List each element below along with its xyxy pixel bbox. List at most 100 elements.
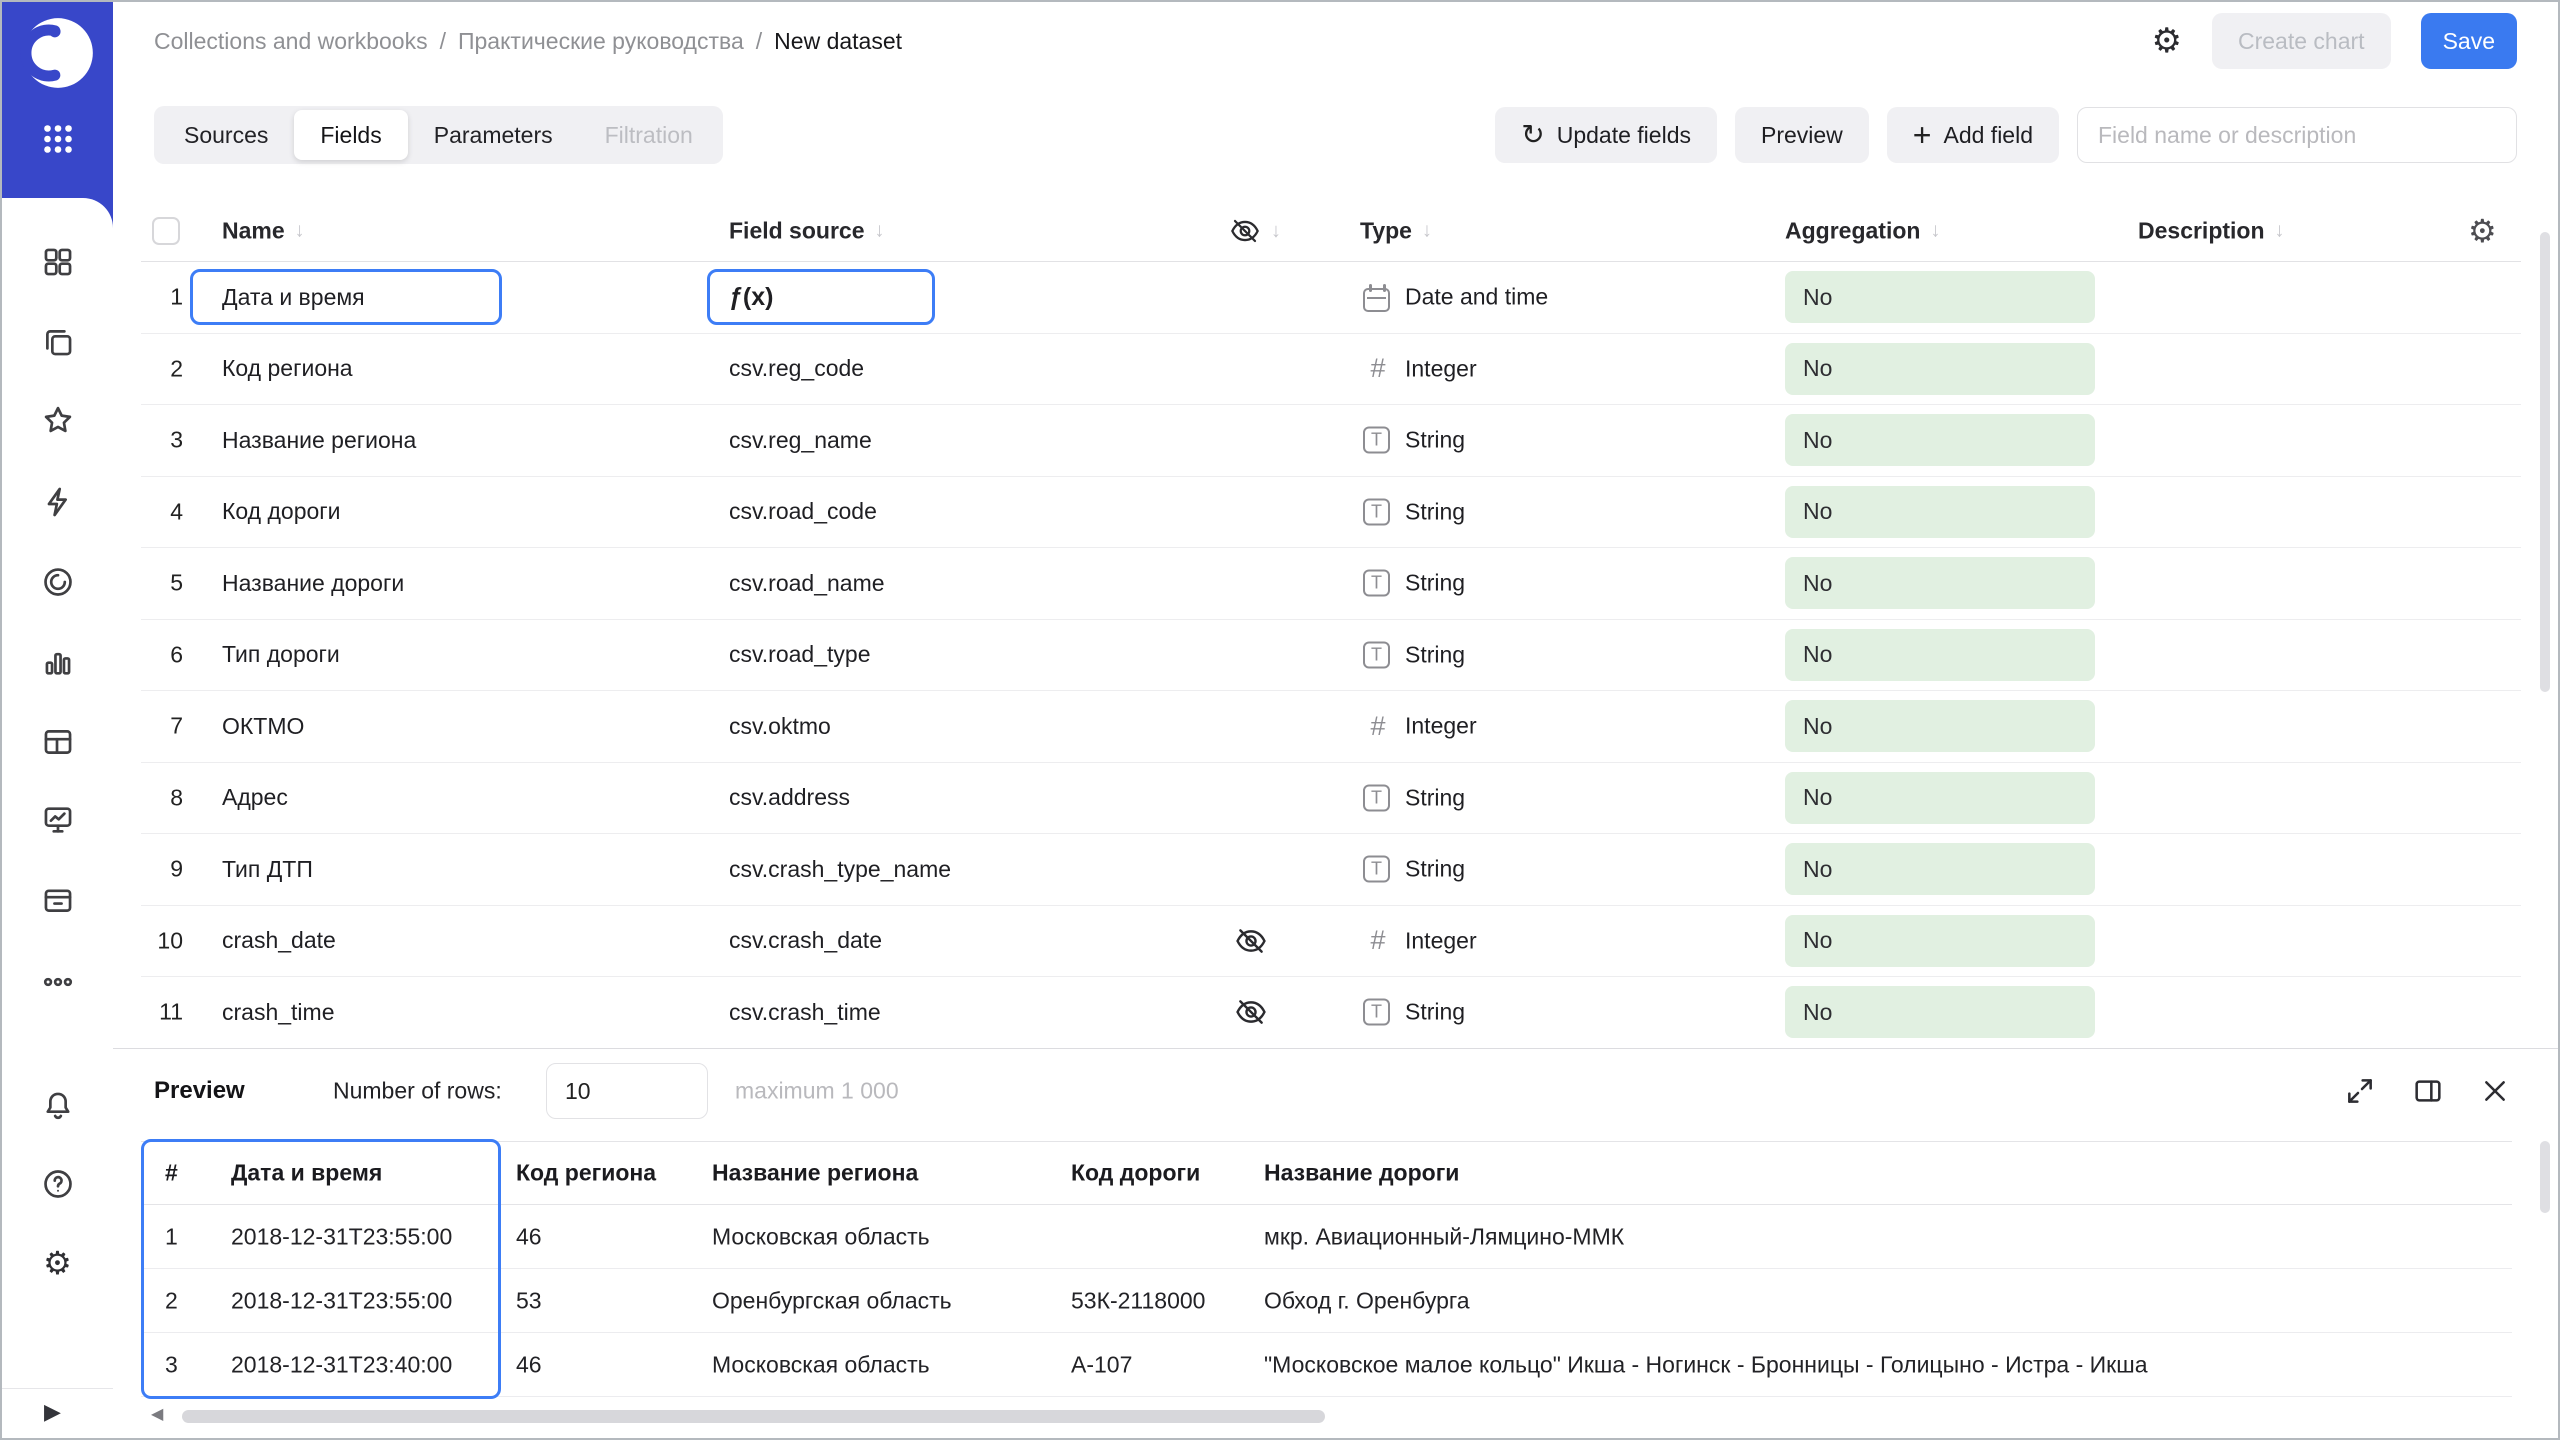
- field-row[interactable]: 8 Адрес csv.address T String No: [141, 763, 2521, 835]
- tab-sources[interactable]: Sources: [158, 110, 294, 160]
- tab-fields[interactable]: Fields: [294, 110, 407, 160]
- field-source-box[interactable]: csv.reg_code: [707, 341, 935, 397]
- update-fields-button[interactable]: Update fields: [1495, 107, 1717, 163]
- column-header-description[interactable]: Description: [2138, 218, 2285, 245]
- scroll-left-icon[interactable]: [151, 1404, 163, 1424]
- collections-icon[interactable]: [41, 325, 75, 359]
- editor-icon[interactable]: [41, 565, 75, 599]
- row-hidden-icon[interactable]: [1234, 280, 1268, 314]
- settings-icon[interactable]: [41, 1246, 75, 1280]
- rows-count-input[interactable]: [546, 1063, 708, 1119]
- dataset-settings-icon[interactable]: [2152, 21, 2182, 61]
- field-row[interactable]: 4 Код дороги csv.road_code T String No: [141, 477, 2521, 549]
- field-source-box[interactable]: ƒ(x): [707, 269, 935, 325]
- expand-preview-icon[interactable]: [2340, 1071, 2380, 1111]
- table-icon[interactable]: [41, 725, 75, 759]
- select-all-checkbox[interactable]: [152, 217, 180, 245]
- aggregation-badge[interactable]: No: [1785, 772, 2095, 824]
- type-label[interactable]: String: [1405, 784, 1465, 811]
- dock-preview-icon[interactable]: [2408, 1071, 2448, 1111]
- horizontal-scrollbar[interactable]: [182, 1410, 1325, 1423]
- help-icon[interactable]: [41, 1167, 75, 1201]
- row-hidden-icon[interactable]: [1234, 995, 1268, 1029]
- preview-scrollbar[interactable]: [2540, 1141, 2550, 1213]
- bell-icon[interactable]: [41, 1089, 75, 1123]
- row-hidden-icon[interactable]: [1234, 423, 1268, 457]
- field-name-box[interactable]: Тип ДТП: [190, 841, 502, 897]
- column-header-aggregation[interactable]: Aggregation: [1785, 218, 1940, 245]
- table-settings-icon[interactable]: [2468, 212, 2497, 250]
- storage-icon[interactable]: [41, 883, 75, 917]
- type-label[interactable]: String: [1405, 641, 1465, 668]
- field-name-box[interactable]: Адрес: [190, 770, 502, 826]
- field-source-box[interactable]: csv.oktmo: [707, 698, 935, 754]
- aggregation-badge[interactable]: No: [1785, 557, 2095, 609]
- monitor-icon[interactable]: [41, 803, 75, 837]
- save-button[interactable]: Save: [2421, 13, 2517, 69]
- apps-grid-icon[interactable]: [40, 121, 76, 157]
- squares-icon[interactable]: [41, 245, 75, 279]
- type-label[interactable]: Date and time: [1405, 284, 1548, 311]
- field-source-box[interactable]: csv.road_type: [707, 627, 935, 683]
- type-label[interactable]: Integer: [1405, 713, 1477, 740]
- field-name-box[interactable]: crash_time: [190, 984, 502, 1040]
- field-row[interactable]: 11 crash_time csv.crash_time T String No: [141, 977, 2521, 1044]
- field-row[interactable]: 1 Дата и время ƒ(x) Date and time No: [141, 262, 2521, 334]
- row-hidden-icon[interactable]: [1234, 781, 1268, 815]
- type-label[interactable]: String: [1405, 427, 1465, 454]
- type-label[interactable]: String: [1405, 999, 1465, 1026]
- aggregation-badge[interactable]: No: [1785, 271, 2095, 323]
- breadcrumb-workbook[interactable]: Практические руководства: [458, 28, 744, 55]
- row-hidden-icon[interactable]: [1234, 352, 1268, 386]
- aggregation-badge[interactable]: No: [1785, 986, 2095, 1038]
- field-name-box[interactable]: ОКТМО: [190, 698, 502, 754]
- field-row[interactable]: 3 Название региона csv.reg_name T String…: [141, 405, 2521, 477]
- field-name-box[interactable]: crash_date: [190, 913, 502, 969]
- column-header-hidden[interactable]: [1229, 215, 1281, 247]
- field-name-box[interactable]: Дата и время: [190, 269, 502, 325]
- star-icon[interactable]: [41, 403, 75, 437]
- add-field-button[interactable]: Add field: [1887, 107, 2059, 163]
- connections-icon[interactable]: [41, 485, 75, 519]
- type-label[interactable]: Integer: [1405, 927, 1477, 954]
- more-icon[interactable]: [41, 965, 75, 999]
- row-hidden-icon[interactable]: [1234, 566, 1268, 600]
- field-source-box[interactable]: csv.crash_date: [707, 913, 935, 969]
- chart-icon[interactable]: [41, 645, 75, 679]
- field-source-box[interactable]: csv.road_name: [707, 555, 935, 611]
- preview-button[interactable]: Preview: [1735, 107, 1869, 163]
- column-header-name[interactable]: Name: [222, 218, 305, 245]
- create-chart-button[interactable]: Create chart: [2212, 13, 2391, 69]
- field-name-box[interactable]: Название дороги: [190, 555, 502, 611]
- aggregation-badge[interactable]: No: [1785, 915, 2095, 967]
- field-name-box[interactable]: Тип дороги: [190, 627, 502, 683]
- row-hidden-icon[interactable]: [1234, 924, 1268, 958]
- field-row[interactable]: 5 Название дороги csv.road_name T String…: [141, 548, 2521, 620]
- tab-parameters[interactable]: Parameters: [408, 110, 579, 160]
- field-source-box[interactable]: csv.crash_type_name: [707, 841, 935, 897]
- close-preview-icon[interactable]: [2475, 1071, 2515, 1111]
- field-source-box[interactable]: csv.address: [707, 770, 935, 826]
- aggregation-badge[interactable]: No: [1785, 843, 2095, 895]
- row-hidden-icon[interactable]: [1234, 852, 1268, 886]
- field-search-input[interactable]: [2077, 107, 2517, 163]
- aggregation-badge[interactable]: No: [1785, 414, 2095, 466]
- field-source-box[interactable]: csv.road_code: [707, 484, 935, 540]
- row-hidden-icon[interactable]: [1234, 495, 1268, 529]
- aggregation-badge[interactable]: No: [1785, 486, 2095, 538]
- datalens-logo[interactable]: [20, 15, 96, 91]
- type-label[interactable]: String: [1405, 498, 1465, 525]
- aggregation-badge[interactable]: No: [1785, 343, 2095, 395]
- field-name-box[interactable]: Код региона: [190, 341, 502, 397]
- row-hidden-icon[interactable]: [1234, 709, 1268, 743]
- aggregation-badge[interactable]: No: [1785, 700, 2095, 752]
- field-row[interactable]: 9 Тип ДТП csv.crash_type_name T String N…: [141, 834, 2521, 906]
- column-header-type[interactable]: Type: [1360, 218, 1432, 245]
- field-row[interactable]: 10 crash_date csv.crash_date # Integer N…: [141, 906, 2521, 978]
- field-name-box[interactable]: Название региона: [190, 412, 502, 468]
- field-row[interactable]: 2 Код региона csv.reg_code # Integer No: [141, 334, 2521, 406]
- breadcrumb-collections[interactable]: Collections and workbooks: [154, 28, 428, 55]
- type-label[interactable]: Integer: [1405, 355, 1477, 382]
- field-name-box[interactable]: Код дороги: [190, 484, 502, 540]
- field-row[interactable]: 7 ОКТМО csv.oktmo # Integer No: [141, 691, 2521, 763]
